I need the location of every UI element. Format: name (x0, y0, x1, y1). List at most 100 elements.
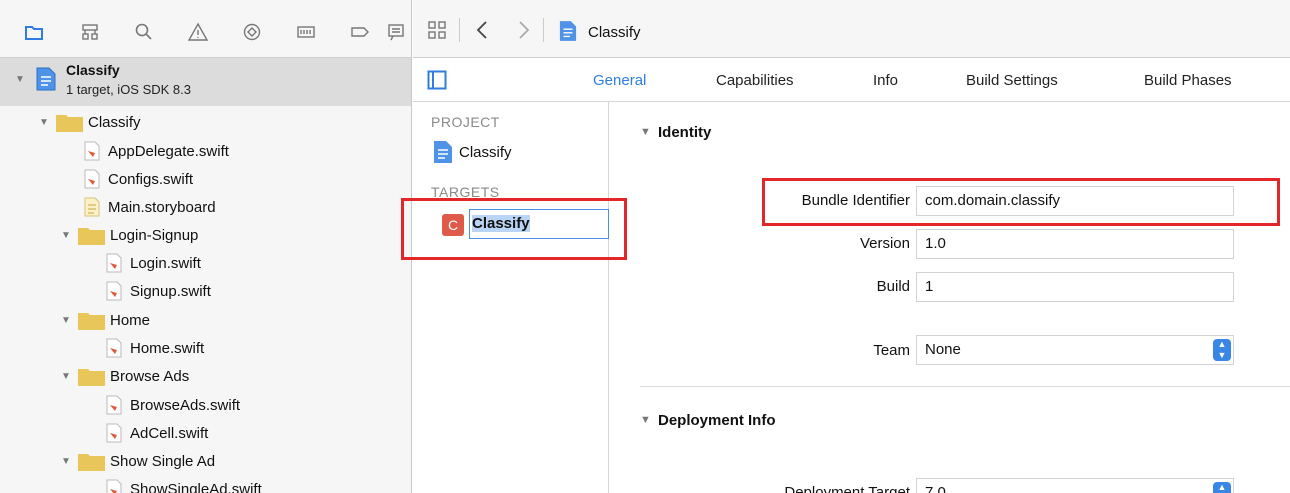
disclosure-triangle-icon[interactable]: ▼ (60, 456, 72, 467)
back-arrow-icon[interactable] (475, 20, 489, 45)
swift-file-icon (106, 395, 122, 415)
jump-bar: Classify (413, 0, 1290, 58)
report-icon[interactable] (386, 22, 406, 42)
swift-file-icon (106, 253, 122, 273)
bundle-identifier-field[interactable]: com.domain.classify (916, 186, 1234, 216)
project-section-header: PROJECT (431, 114, 500, 130)
editor-tab-bar: General Capabilities Info Build Settings… (413, 58, 1290, 102)
tab-capabilities[interactable]: Capabilities (716, 72, 794, 89)
build-label: Build (876, 278, 910, 295)
identity-section-title: Identity (658, 124, 712, 141)
team-select[interactable]: None ▲ ▼ (916, 335, 1234, 365)
targets-section-header: TARGETS (431, 184, 500, 200)
tree-item-label: BrowseAds.swift (130, 396, 241, 414)
build-field[interactable]: 1 (916, 272, 1234, 302)
bundle-identifier-label: Bundle Identifier (801, 192, 910, 209)
target-name-text[interactable]: Classify (472, 215, 530, 232)
project-target-list: PROJECT Classify TARGETS C Classify (413, 102, 609, 493)
project-editor: Classify General Capabilities Info Build… (413, 0, 1290, 493)
search-icon[interactable] (134, 22, 154, 42)
deployment-target-select[interactable]: 7.0 ▲▼ (916, 478, 1234, 493)
tab-build-settings[interactable]: Build Settings (966, 72, 1058, 89)
jump-bar-divider (543, 18, 544, 42)
tree-item-file[interactable]: AppDelegate.swift (0, 137, 411, 165)
tree-item-folder[interactable]: ▼ Home (0, 306, 411, 334)
tab-build-phases[interactable]: Build Phases (1144, 72, 1232, 89)
tab-general[interactable]: General (593, 72, 646, 89)
swift-file-icon (106, 338, 122, 358)
tree-item-label: Login-Signup (110, 226, 199, 244)
tree-item-label: Home.swift (130, 339, 205, 357)
breakpoint-icon[interactable] (350, 22, 370, 42)
tree-item-label: ShowSingleAd.swift (130, 480, 262, 493)
disclosure-triangle-icon[interactable]: ▼ (640, 126, 651, 138)
swift-file-icon (106, 281, 122, 301)
tree-item-folder[interactable]: ▼ Login-Signup (0, 221, 411, 249)
tree-item-label: Show Single Ad (110, 452, 216, 470)
disclosure-triangle-icon[interactable]: ▼ (640, 414, 651, 426)
target-name-field[interactable]: Classify (469, 209, 609, 239)
tree-item-file[interactable]: Signup.swift (0, 277, 411, 305)
project-subtitle: 1 target, iOS SDK 8.3 (66, 82, 192, 97)
project-navigator: ▼ Classify 1 target, iOS SDK 8.3 ▼ Class… (0, 0, 412, 493)
tree-item-file[interactable]: Login.swift (0, 249, 411, 277)
project-item-label: Classify (459, 144, 512, 161)
hierarchy-icon[interactable] (80, 22, 100, 42)
tree-item-file[interactable]: Home.swift (0, 334, 411, 362)
app-target-icon: C (442, 214, 464, 236)
tree-item-folder[interactable]: ▼ Show Single Ad (0, 447, 411, 475)
tab-info[interactable]: Info (873, 72, 898, 89)
tree-item-file[interactable]: ShowSingleAd.swift (0, 475, 411, 493)
folder-icon (56, 115, 83, 132)
project-root-row[interactable]: ▼ Classify 1 target, iOS SDK 8.3 (0, 58, 411, 106)
warning-icon[interactable] (188, 22, 208, 42)
tree-item-file[interactable]: AdCell.swift (0, 419, 411, 447)
jump-bar-divider (459, 18, 460, 42)
disclosure-triangle-icon[interactable]: ▼ (60, 371, 72, 382)
tree-item-label: Classify (88, 113, 141, 131)
deployment-target-label: Deployment Target (784, 484, 910, 493)
tree-item-folder[interactable]: ▼ Browse Ads (0, 362, 411, 390)
version-field[interactable]: 1.0 (916, 229, 1234, 259)
folder-icon[interactable] (24, 22, 44, 42)
tree-item-label: Login.swift (130, 254, 201, 272)
folder-icon (78, 228, 105, 245)
deployment-target-value: 7.0 (925, 484, 946, 493)
disclosure-triangle-icon[interactable]: ▼ (60, 230, 72, 241)
tree-item-file[interactable]: BrowseAds.swift (0, 391, 411, 419)
navigator-selector-bar (0, 0, 411, 58)
stepper-arrows-icon: ▲▼ (1213, 339, 1231, 361)
tree-item-label: Configs.swift (108, 170, 194, 188)
tree-item-label: AdCell.swift (130, 424, 209, 442)
tree-item-label: AppDelegate.swift (108, 142, 229, 160)
team-select-value: None (925, 341, 961, 358)
svg-text:C: C (448, 217, 458, 233)
disclosure-triangle-icon[interactable]: ▼ (14, 74, 26, 85)
forward-arrow-icon[interactable] (517, 20, 531, 45)
disclosure-triangle-icon[interactable]: ▼ (60, 315, 72, 326)
swift-file-icon (84, 169, 100, 189)
disclosure-triangle-icon[interactable]: ▼ (38, 117, 50, 128)
section-divider (640, 386, 1290, 387)
version-label: Version (859, 235, 910, 252)
tree-item-file[interactable]: Main.storyboard (0, 193, 411, 221)
debug-gauge-icon[interactable] (296, 22, 316, 42)
tree-item-label: Home (110, 311, 151, 329)
team-label: Team (873, 342, 910, 359)
grid-icon[interactable] (427, 20, 447, 45)
tree-item-file[interactable]: Configs.swift (0, 165, 411, 193)
deployment-info-section-title: Deployment Info (658, 412, 776, 429)
general-settings-pane: ▼ Identity Bundle Identifier com.domain.… (610, 102, 1290, 493)
tree-item-label: Browse Ads (110, 367, 190, 385)
target-item[interactable]: C Classify (421, 209, 609, 239)
test-diamond-icon[interactable] (242, 22, 262, 42)
swift-file-icon (106, 479, 122, 493)
xcode-project-icon (36, 67, 56, 91)
tree-item-classify-folder[interactable]: ▼ Classify (0, 108, 411, 136)
sidebar-toggle-icon[interactable] (427, 70, 447, 95)
folder-icon (78, 313, 105, 330)
xcode-project-icon (559, 20, 577, 47)
swift-file-icon (106, 423, 122, 443)
folder-icon (78, 454, 105, 471)
breadcrumb[interactable]: Classify (588, 24, 641, 41)
